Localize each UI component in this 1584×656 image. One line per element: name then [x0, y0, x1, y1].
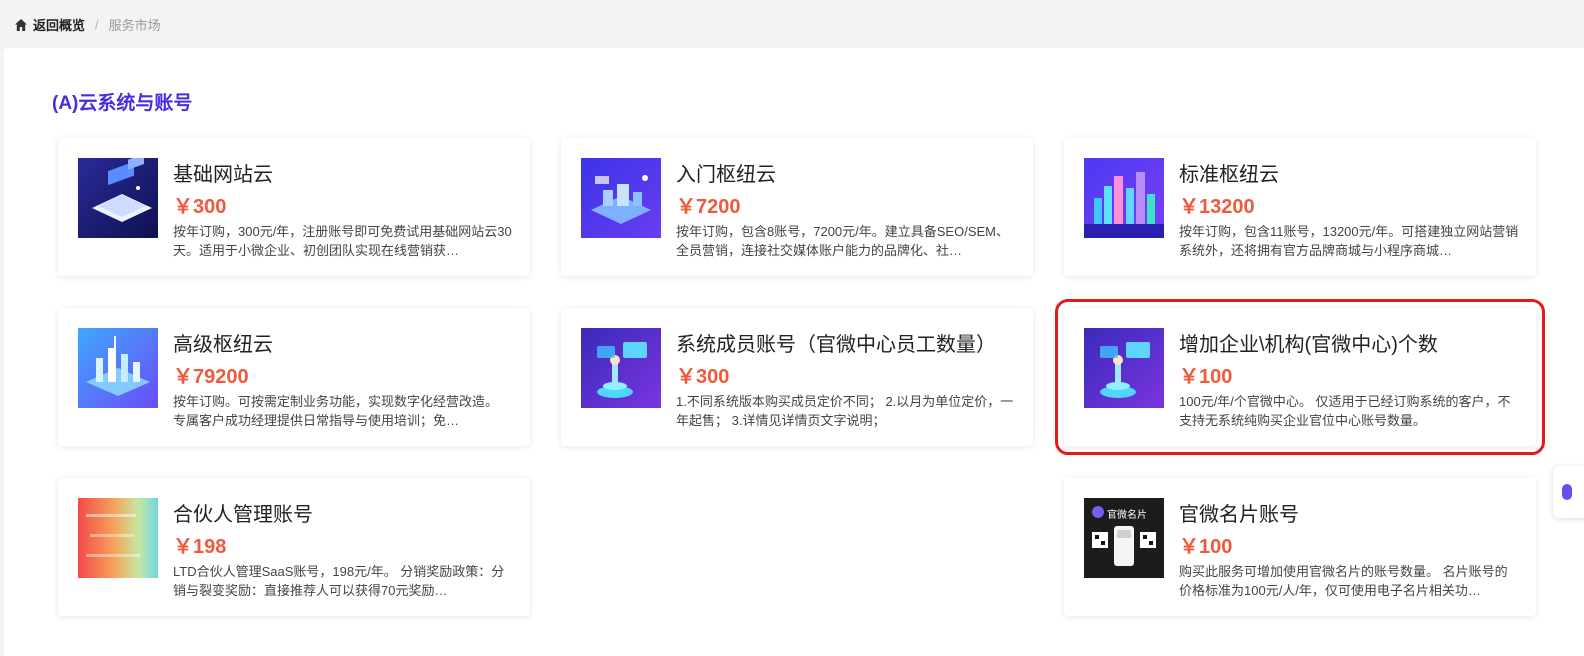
back-to-overview-link[interactable]: 返回概览	[33, 15, 85, 34]
chat-icon	[1562, 484, 1572, 500]
card-price: ￥7200	[676, 196, 741, 218]
card-title: 入门枢纽云	[676, 164, 776, 186]
service-card-standard-hub-cloud[interactable]: 标准枢纽云 ￥13200 按年订购，包含11账号，13200元/年。可搭建独立网…	[1064, 138, 1536, 276]
floating-side-button[interactable]	[1553, 466, 1584, 518]
service-card-member-account[interactable]: 系统成员账号（官微中心员工数量） ￥300 1.不同系统版本购买成员定价不同； …	[561, 308, 1033, 446]
card-price: ￥79200	[173, 366, 249, 388]
card-price: ￥100	[1179, 366, 1233, 388]
card-description: 100元/年/个官微中心。 仅适用于已经订购系统的客户，不支持无系统纯购买企业官…	[1179, 394, 1511, 428]
partner-gradient-image	[78, 498, 158, 578]
card-description: 按年订购，包含8账号，7200元/年。建立具备SEO/SEM、全员营销，连接社交…	[676, 224, 1009, 258]
service-card-basic-website-cloud[interactable]: 基础网站云 ￥300 按年订购，300元/年，注册账号即可免费试用基础网站云30…	[58, 138, 530, 276]
isometric-city-image	[1084, 158, 1164, 238]
card-price: ￥300	[173, 196, 227, 218]
top-bar: 返回概览 / 服务市场	[0, 0, 1584, 48]
service-card-business-card-account[interactable]: 官微名片 官微名片账号 ￥100 购买此服务可增加使用官微名片的账号数量。 名片…	[1064, 478, 1536, 616]
section-title: (A)云系统与账号	[52, 93, 193, 114]
card-price: ￥300	[676, 366, 730, 388]
card-title: 系统成员账号（官微中心员工数量）	[676, 334, 996, 356]
service-card-add-enterprise-center[interactable]: 增加企业\机构(官微中心)个数 ￥100 100元/年/个官微中心。 仅适用于已…	[1055, 299, 1545, 455]
business-card-image: 官微名片	[1084, 498, 1164, 578]
card-description: 购买此服务可增加使用官微名片的账号数量。 名片账号的价格标准为100元/人/年，…	[1179, 564, 1508, 598]
card-title: 基础网站云	[173, 164, 273, 186]
thumb-text: 官微名片	[1107, 510, 1147, 521]
card-price: ￥198	[173, 536, 227, 558]
card-title: 增加企业\机构(官微中心)个数	[1179, 334, 1438, 356]
home-icon[interactable]	[14, 18, 28, 32]
card-description: 按年订购，包含11账号，13200元/年。可搭建独立网站营销系统外，还将拥有官方…	[1179, 224, 1519, 258]
enterprise-account-image	[1084, 328, 1164, 408]
card-title: 标准枢纽云	[1179, 164, 1279, 186]
isometric-website-cloud-image	[78, 158, 158, 238]
isometric-data-city-image	[78, 328, 158, 408]
member-account-image	[581, 328, 661, 408]
isometric-hub-cloud-image	[581, 158, 661, 238]
service-card-advanced-hub-cloud[interactable]: 高级枢纽云 ￥79200 按年订购。可按需定制业务功能，实现数字化经营改造。 专…	[58, 308, 530, 446]
card-title: 官微名片账号	[1179, 504, 1299, 526]
breadcrumb: 返回概览 / 服务市场	[14, 15, 161, 34]
card-title: 合伙人管理账号	[173, 504, 313, 526]
card-price: ￥13200	[1179, 196, 1255, 218]
service-card-partner-account[interactable]: 合伙人管理账号 ￥198 LTD合伙人管理SaaS账号，198元/年。 分销奖励…	[58, 478, 530, 616]
card-title: 高级枢纽云	[173, 334, 273, 356]
breadcrumb-separator: /	[95, 17, 99, 32]
card-description: 按年订购，300元/年，注册账号即可免费试用基础网站云30天。适用于小微企业、初…	[173, 224, 512, 258]
breadcrumb-current: 服务市场	[108, 18, 161, 33]
card-description: 按年订购。可按需定制业务功能，实现数字化经营改造。 专属客户成功经理提供日常指导…	[173, 394, 499, 428]
card-price: ￥100	[1179, 536, 1233, 558]
service-card-entry-hub-cloud[interactable]: 入门枢纽云 ￥7200 按年订购，包含8账号，7200元/年。建立具备SEO/S…	[561, 138, 1033, 276]
card-description: LTD合伙人管理SaaS账号，198元/年。 分销奖励政策：分销与裂变奖励：直接…	[173, 564, 505, 598]
card-description: 1.不同系统版本购买成员定价不同； 2.以月为单位定价，一年起售； 3.详情见详…	[676, 394, 1014, 428]
